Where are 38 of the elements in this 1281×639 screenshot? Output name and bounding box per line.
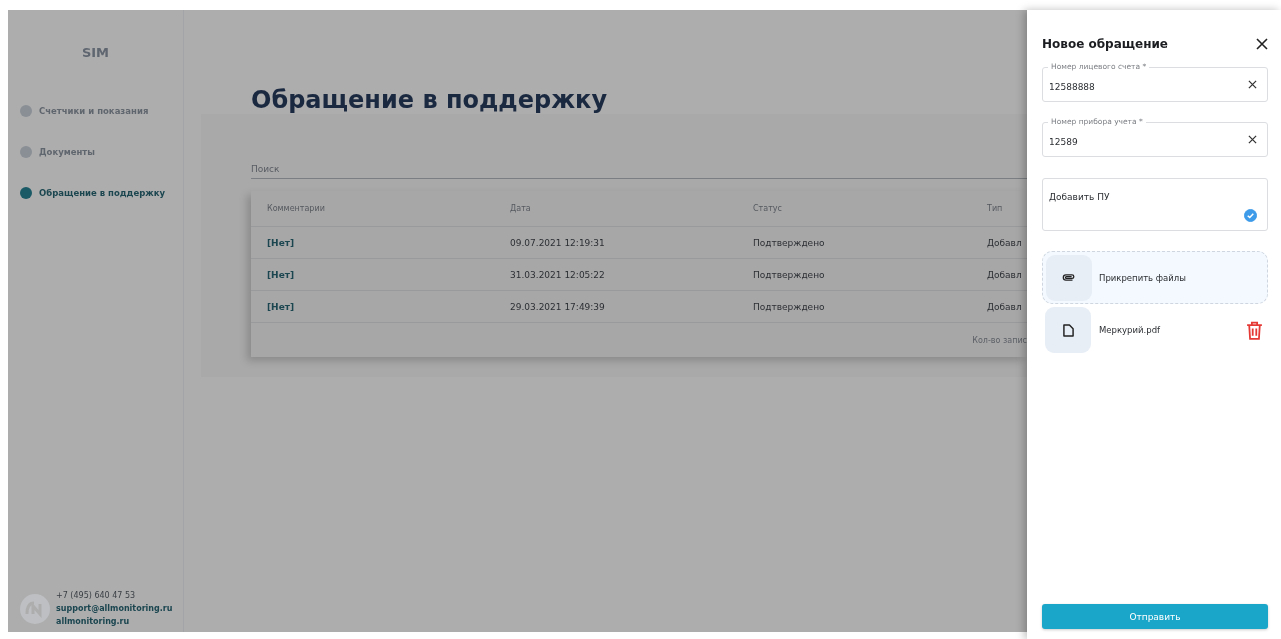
- table-cell: Добавл: [987, 269, 1022, 280]
- nav-item[interactable]: Счетчики и показания: [20, 105, 183, 117]
- phone-number: +7 (495) 640 47 53: [56, 590, 137, 602]
- table-cell: Подтверждено: [753, 237, 825, 248]
- file-icon: [1062, 323, 1074, 337]
- delete-button[interactable]: [1246, 320, 1263, 340]
- email-link[interactable]: support@allmonitoring.ru: [56, 602, 173, 615]
- table-cell: 31.03.2021 12:05:22: [510, 269, 605, 280]
- file-name: Меркурий.pdf: [1099, 325, 1162, 335]
- checkbox[interactable]: [1244, 209, 1257, 222]
- table-cell: 09.07.2021 12:19:31: [510, 237, 605, 248]
- search-field[interactable]: Поиск: [251, 164, 1027, 179]
- column-header: Дата: [510, 204, 531, 213]
- checkbox-field[interactable]: Добавить ПУ: [1042, 178, 1268, 231]
- table-cell: Подтверждено: [753, 269, 825, 280]
- table-cell: Подтверждено: [753, 301, 825, 312]
- table-cell[interactable]: [Нет]: [267, 269, 295, 280]
- close-button[interactable]: [1256, 38, 1268, 50]
- submit-button[interactable]: Отправить: [1042, 604, 1268, 629]
- column-header: Тип: [987, 204, 1003, 213]
- logo: SIM: [80, 45, 111, 60]
- table-cell: Добавл: [987, 301, 1022, 312]
- clear-icon[interactable]: [1248, 80, 1257, 89]
- drawer-title: Новое обращение: [1042, 37, 1168, 51]
- record-count: Кол-во запис: [972, 335, 1027, 345]
- column-header: Статус: [753, 204, 782, 213]
- nav-item[interactable]: Документы: [20, 146, 183, 158]
- clear-icon[interactable]: [1248, 135, 1257, 144]
- attach-files-button[interactable]: Прикрепить файлы: [1042, 251, 1268, 304]
- table-cell: 29.03.2021 17:49:39: [510, 301, 605, 312]
- table-cell: Добавл: [987, 237, 1022, 248]
- column-header: Комментарии: [267, 204, 325, 213]
- page-title: Обращение в поддержку: [251, 86, 608, 114]
- table-cell[interactable]: [Нет]: [267, 237, 295, 248]
- nav-item[interactable]: Обращение в поддержку: [20, 187, 183, 199]
- website-link[interactable]: allmonitoring.ru: [56, 615, 173, 628]
- table-cell[interactable]: [Нет]: [267, 301, 295, 312]
- paperclip-icon: [1062, 272, 1076, 283]
